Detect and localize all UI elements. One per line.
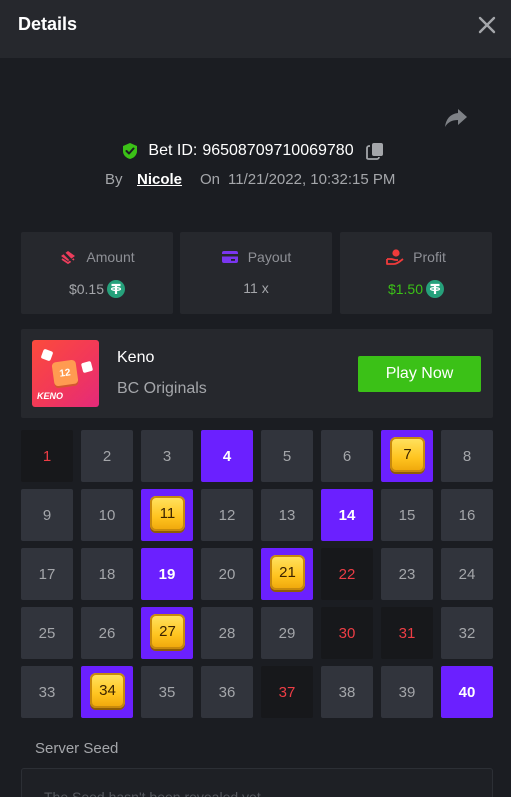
keno-cell: 2 bbox=[81, 430, 133, 482]
share-icon[interactable] bbox=[443, 105, 469, 131]
keno-cell: 21 bbox=[261, 548, 313, 600]
keno-cell: 18 bbox=[81, 548, 133, 600]
keno-cell: 13 bbox=[261, 489, 313, 541]
bet-datetime: 11/21/2022, 10:32:15 PM bbox=[228, 171, 396, 188]
keno-cube-icon: 12 bbox=[51, 359, 79, 387]
keno-cell: 17 bbox=[21, 548, 73, 600]
details-title: Details bbox=[18, 14, 78, 34]
usdt-icon bbox=[426, 280, 445, 298]
keno-cell: 19 bbox=[141, 548, 193, 600]
keno-cell: 9 bbox=[21, 489, 73, 541]
usdt-icon bbox=[107, 280, 126, 298]
keno-cell: 40 bbox=[441, 666, 493, 718]
keno-cell: 24 bbox=[441, 548, 493, 600]
keno-cell: 36 bbox=[201, 666, 253, 718]
keno-cell: 16 bbox=[441, 489, 493, 541]
by-label: By bbox=[105, 171, 123, 188]
copy-icon[interactable] bbox=[365, 142, 384, 160]
keno-cell: 30 bbox=[321, 607, 373, 659]
keno-cell: 26 bbox=[81, 607, 133, 659]
keno-cell: 31 bbox=[381, 607, 433, 659]
keno-cell: 7 bbox=[381, 430, 433, 482]
keno-cell: 37 bbox=[261, 666, 313, 718]
thumbnail-text: KENO bbox=[37, 391, 64, 401]
keno-cell: 11 bbox=[141, 489, 193, 541]
bet-meta-row: By Nicole On 11/21/2022, 10:32:15 PM bbox=[0, 169, 511, 191]
keno-cell: 28 bbox=[201, 607, 253, 659]
keno-cell: 39 bbox=[381, 666, 433, 718]
dice-icon bbox=[80, 360, 94, 374]
keno-cell: 25 bbox=[21, 607, 73, 659]
close-icon[interactable] bbox=[474, 12, 500, 38]
shield-check-icon bbox=[123, 143, 138, 159]
play-now-button[interactable]: Play Now bbox=[358, 356, 481, 392]
amount-label: Amount bbox=[86, 249, 135, 265]
game-provider: BC Originals bbox=[117, 380, 207, 397]
server-seed-text: The Seed hasn't been revealed yet bbox=[44, 789, 261, 797]
game-name: Keno bbox=[117, 349, 155, 366]
bet-id-row: Bet ID: 96508709710069780 bbox=[0, 139, 511, 163]
profit-stat: Profit $1.50 bbox=[340, 232, 492, 314]
keno-cell: 8 bbox=[441, 430, 493, 482]
gem-icon: 27 bbox=[150, 614, 185, 649]
keno-cell: 10 bbox=[81, 489, 133, 541]
keno-cell: 4 bbox=[201, 430, 253, 482]
keno-cell: 38 bbox=[321, 666, 373, 718]
amount-value: $0.15 bbox=[68, 281, 105, 297]
hand-coin-icon bbox=[386, 249, 404, 265]
keno-cell: 27 bbox=[141, 607, 193, 659]
user-link[interactable]: Nicole bbox=[137, 171, 182, 188]
game-card: 12 KENO Keno BC Originals Play Now bbox=[21, 329, 493, 418]
profit-label: Profit bbox=[413, 249, 446, 265]
bet-id-label: Bet ID: bbox=[148, 142, 198, 159]
gem-icon: 21 bbox=[270, 555, 305, 590]
keno-game-thumbnail[interactable]: 12 KENO bbox=[32, 340, 99, 407]
keno-cell: 33 bbox=[21, 666, 73, 718]
keno-cell: 29 bbox=[261, 607, 313, 659]
keno-cell: 35 bbox=[141, 666, 193, 718]
keno-cell: 32 bbox=[441, 607, 493, 659]
gem-icon: 34 bbox=[90, 673, 125, 708]
payout-label: Payout bbox=[247, 249, 292, 265]
server-seed-field: The Seed hasn't been revealed yet bbox=[21, 768, 493, 797]
dice-icon bbox=[40, 348, 54, 362]
amount-stat: Amount $0.15 bbox=[21, 232, 173, 314]
keno-cell: 22 bbox=[321, 548, 373, 600]
keno-cell: 34 bbox=[81, 666, 133, 718]
profit-value: $1.50 bbox=[387, 281, 424, 297]
payout-stat: Payout 11 x bbox=[180, 232, 332, 314]
payout-value: 11 x bbox=[243, 280, 269, 296]
keno-cell: 15 bbox=[381, 489, 433, 541]
keno-cell: 23 bbox=[381, 548, 433, 600]
bet-id-value: 96508709710069780 bbox=[202, 142, 354, 159]
gem-icon: 11 bbox=[150, 496, 185, 531]
gem-icon: 7 bbox=[390, 437, 425, 472]
keno-cell: 14 bbox=[321, 489, 373, 541]
keno-board: 1 2 3 4 5 6 7 8 9 10 11 12 13 14 15 16 17 18 19 20 21 22 23 24 2… bbox=[21, 430, 493, 718]
keno-cell: 20 bbox=[201, 548, 253, 600]
wallet-card-icon bbox=[221, 251, 238, 263]
on-label: On bbox=[200, 171, 221, 188]
server-seed-label: Server Seed bbox=[35, 740, 119, 757]
keno-cell: 1 bbox=[21, 430, 73, 482]
keno-cell: 6 bbox=[321, 430, 373, 482]
bet-chip-icon bbox=[60, 249, 77, 265]
keno-cell: 3 bbox=[141, 430, 193, 482]
keno-cell: 12 bbox=[201, 489, 253, 541]
keno-cell: 5 bbox=[261, 430, 313, 482]
details-header: Details bbox=[0, 0, 511, 58]
